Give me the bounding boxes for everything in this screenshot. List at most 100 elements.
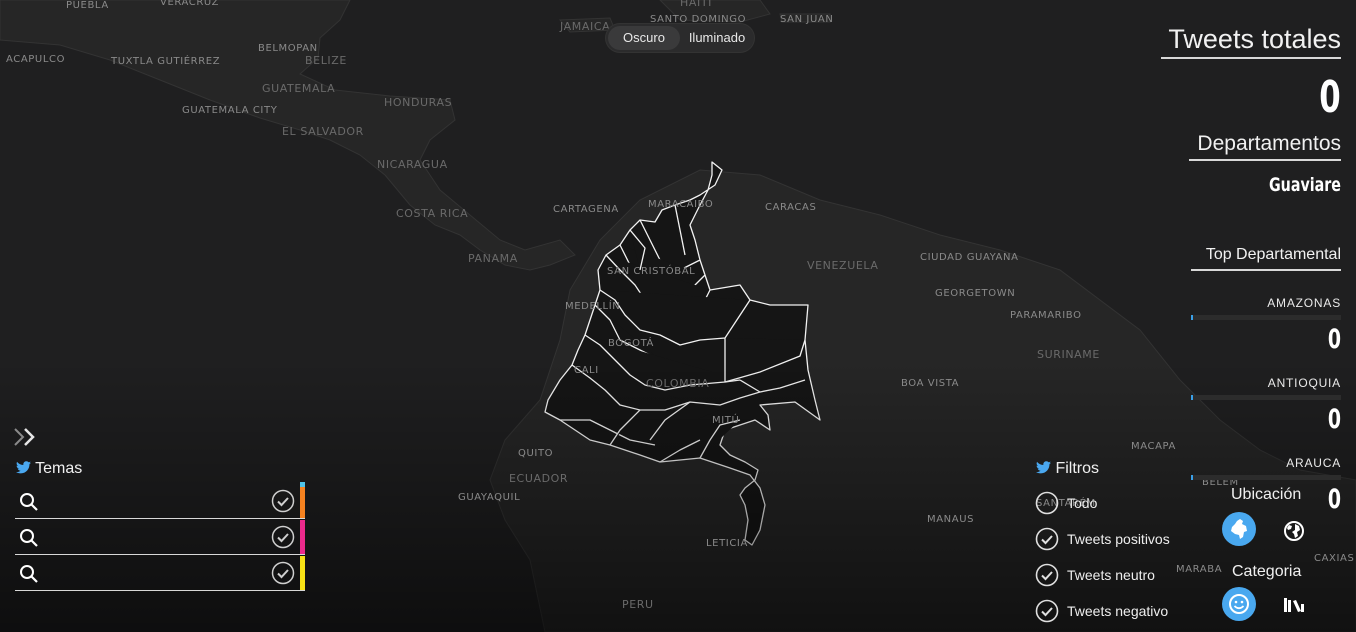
city-label-macapa: MACAPA xyxy=(1131,441,1176,452)
twitter-bird-icon xyxy=(1036,461,1051,474)
city-label-caxias: CAXIAS xyxy=(1314,553,1355,564)
check-circle-icon[interactable] xyxy=(271,489,295,513)
filter-label: Tweets negativo xyxy=(1067,603,1169,619)
country-label-belize: BELIZE xyxy=(305,54,347,67)
tema-color-swatch xyxy=(300,556,305,590)
city-label-leticia: LETICIA xyxy=(706,538,748,549)
country-label-panama: PANAMA xyxy=(468,252,518,265)
search-icon xyxy=(20,565,38,583)
departments-title: Departamentos xyxy=(1189,132,1341,161)
top-department-bar-fill xyxy=(1191,475,1193,480)
city-label-boa-vista: BOA VISTA xyxy=(901,378,960,389)
top-department-bar-fill xyxy=(1191,315,1193,320)
country-label-nicaragua: NICARAGUA xyxy=(377,158,448,171)
top-departments-title: Top Departamental xyxy=(1191,246,1341,271)
tema-input[interactable] xyxy=(49,562,273,586)
city-label-ciudad-guayana: CIUDAD GUAYANA xyxy=(920,252,1019,263)
city-label-georgetown: GEORGETOWN xyxy=(935,288,1016,299)
categoria-title: Categoria xyxy=(1232,563,1302,580)
country-label-colombia: COLOMBIA xyxy=(646,377,710,390)
twitter-bird-icon xyxy=(16,461,31,474)
city-label-mitu: MITÚ xyxy=(712,415,740,426)
city-label-san-juan: SAN JUAN xyxy=(780,14,834,25)
country-label-venezuela: VENEZUELA xyxy=(807,259,879,272)
check-circle-icon[interactable] xyxy=(1035,527,1059,551)
top-department-item: ANTIOQUIA 0 xyxy=(1191,376,1341,435)
smiley-icon xyxy=(1229,594,1249,614)
total-tweets-title: Tweets totales xyxy=(1161,24,1341,59)
country-label-el-salvador: EL SALVADOR xyxy=(282,125,364,138)
city-label-acapulco: ACAPULCO xyxy=(6,54,66,65)
top-department-bar xyxy=(1191,395,1341,400)
city-label-manaus: MANAUS xyxy=(927,514,975,525)
city-label-paramaribo: PARAMARIBO xyxy=(1010,310,1082,321)
top-department-name: AMAZONAS xyxy=(1267,296,1341,310)
city-label-quito: QUITO xyxy=(518,448,554,459)
city-label-tuxtla: TUXTLA GUTIÉRREZ xyxy=(111,56,221,67)
tema-input[interactable] xyxy=(49,490,273,514)
books-icon xyxy=(1284,598,1304,612)
city-label-puebla: PUEBLA xyxy=(66,0,109,11)
city-label-bogota: BOGOTÁ xyxy=(608,338,654,349)
city-label-maraba: MARABA xyxy=(1176,564,1223,575)
city-label-san-cristobal: SAN CRISTÓBAL xyxy=(607,266,696,277)
ubicacion-world-button[interactable] xyxy=(1277,514,1311,548)
double-chevron-right-icon xyxy=(14,428,35,446)
ubicacion-colombia-button[interactable] xyxy=(1222,512,1256,546)
city-label-maracaibo: MARACAIBO xyxy=(648,199,714,210)
check-circle-icon[interactable] xyxy=(1035,563,1059,587)
total-tweets-count: 0 xyxy=(1319,72,1341,123)
city-label-medellin: MEDELLÍN xyxy=(565,301,621,312)
check-circle-icon[interactable] xyxy=(1035,599,1059,623)
theme-dark-option[interactable]: Oscuro xyxy=(608,26,680,50)
empty-circle-icon[interactable] xyxy=(1035,491,1059,515)
temas-title: Temas xyxy=(35,460,83,477)
tema-color-swatch xyxy=(300,484,305,518)
tema-input[interactable] xyxy=(49,526,273,550)
check-circle-icon[interactable] xyxy=(271,525,295,549)
colombia-map-icon xyxy=(1231,519,1247,539)
country-label-ecuador: ECUADOR xyxy=(509,472,569,485)
city-label-haiti: HAITI xyxy=(680,0,713,9)
top-department-name: ANTIOQUIA xyxy=(1267,376,1341,390)
search-icon xyxy=(20,529,38,547)
country-label-suriname: SURINAME xyxy=(1037,348,1100,361)
top-department-bar xyxy=(1191,315,1341,320)
city-label-jamaica: JAMAICA xyxy=(560,20,611,33)
city-label-veracruz: VERACRUZ xyxy=(160,0,220,8)
city-label-belmopan: BELMOPAN xyxy=(258,43,318,54)
collapse-panel-toggle[interactable] xyxy=(12,426,40,448)
top-department-bar-fill xyxy=(1191,395,1193,400)
tema-row xyxy=(15,556,305,591)
country-label-costa-rica: COSTA RICA xyxy=(396,207,469,220)
selected-department: Guaviare xyxy=(1269,174,1341,196)
top-department-value: 0 xyxy=(1327,404,1341,435)
top-department-value: 0 xyxy=(1327,324,1341,355)
city-label-guatemala-city: GUATEMALA CITY xyxy=(182,105,278,116)
city-label-guayaquil: GUAYAQUIL xyxy=(458,492,521,503)
top-department-name: ARAUCA xyxy=(1286,456,1341,470)
search-icon xyxy=(20,493,38,511)
ubicacion-title: Ubicación xyxy=(1231,486,1302,503)
city-label-caracas: CARACAS xyxy=(765,202,817,213)
temas-header: Temas xyxy=(16,460,82,478)
tema-row xyxy=(15,520,305,555)
filter-label: Tweets neutro xyxy=(1067,567,1155,583)
tema-accent-swatch xyxy=(300,482,305,487)
top-department-bar xyxy=(1191,475,1341,480)
categoria-sentiment-button[interactable] xyxy=(1222,587,1256,621)
check-circle-icon[interactable] xyxy=(271,561,295,585)
country-label-peru: PERU xyxy=(622,598,654,611)
country-label-honduras: HONDURAS xyxy=(384,96,453,109)
filter-label: Todo xyxy=(1067,495,1098,511)
country-label-guatemala: GUATEMALA xyxy=(262,82,336,95)
categoria-topics-button[interactable] xyxy=(1277,588,1311,622)
filtros-title: Filtros xyxy=(1055,460,1100,477)
filter-label: Tweets positivos xyxy=(1067,531,1170,547)
theme-toggle[interactable]: Oscuro Iluminado xyxy=(606,24,754,52)
city-label-cali: CALI xyxy=(574,365,599,376)
theme-light-option[interactable]: Iluminado xyxy=(682,26,752,50)
globe-icon xyxy=(1284,521,1304,541)
filtros-header: Filtros xyxy=(1036,460,1099,478)
city-label-cartagena: CARTAGENA xyxy=(553,204,619,215)
